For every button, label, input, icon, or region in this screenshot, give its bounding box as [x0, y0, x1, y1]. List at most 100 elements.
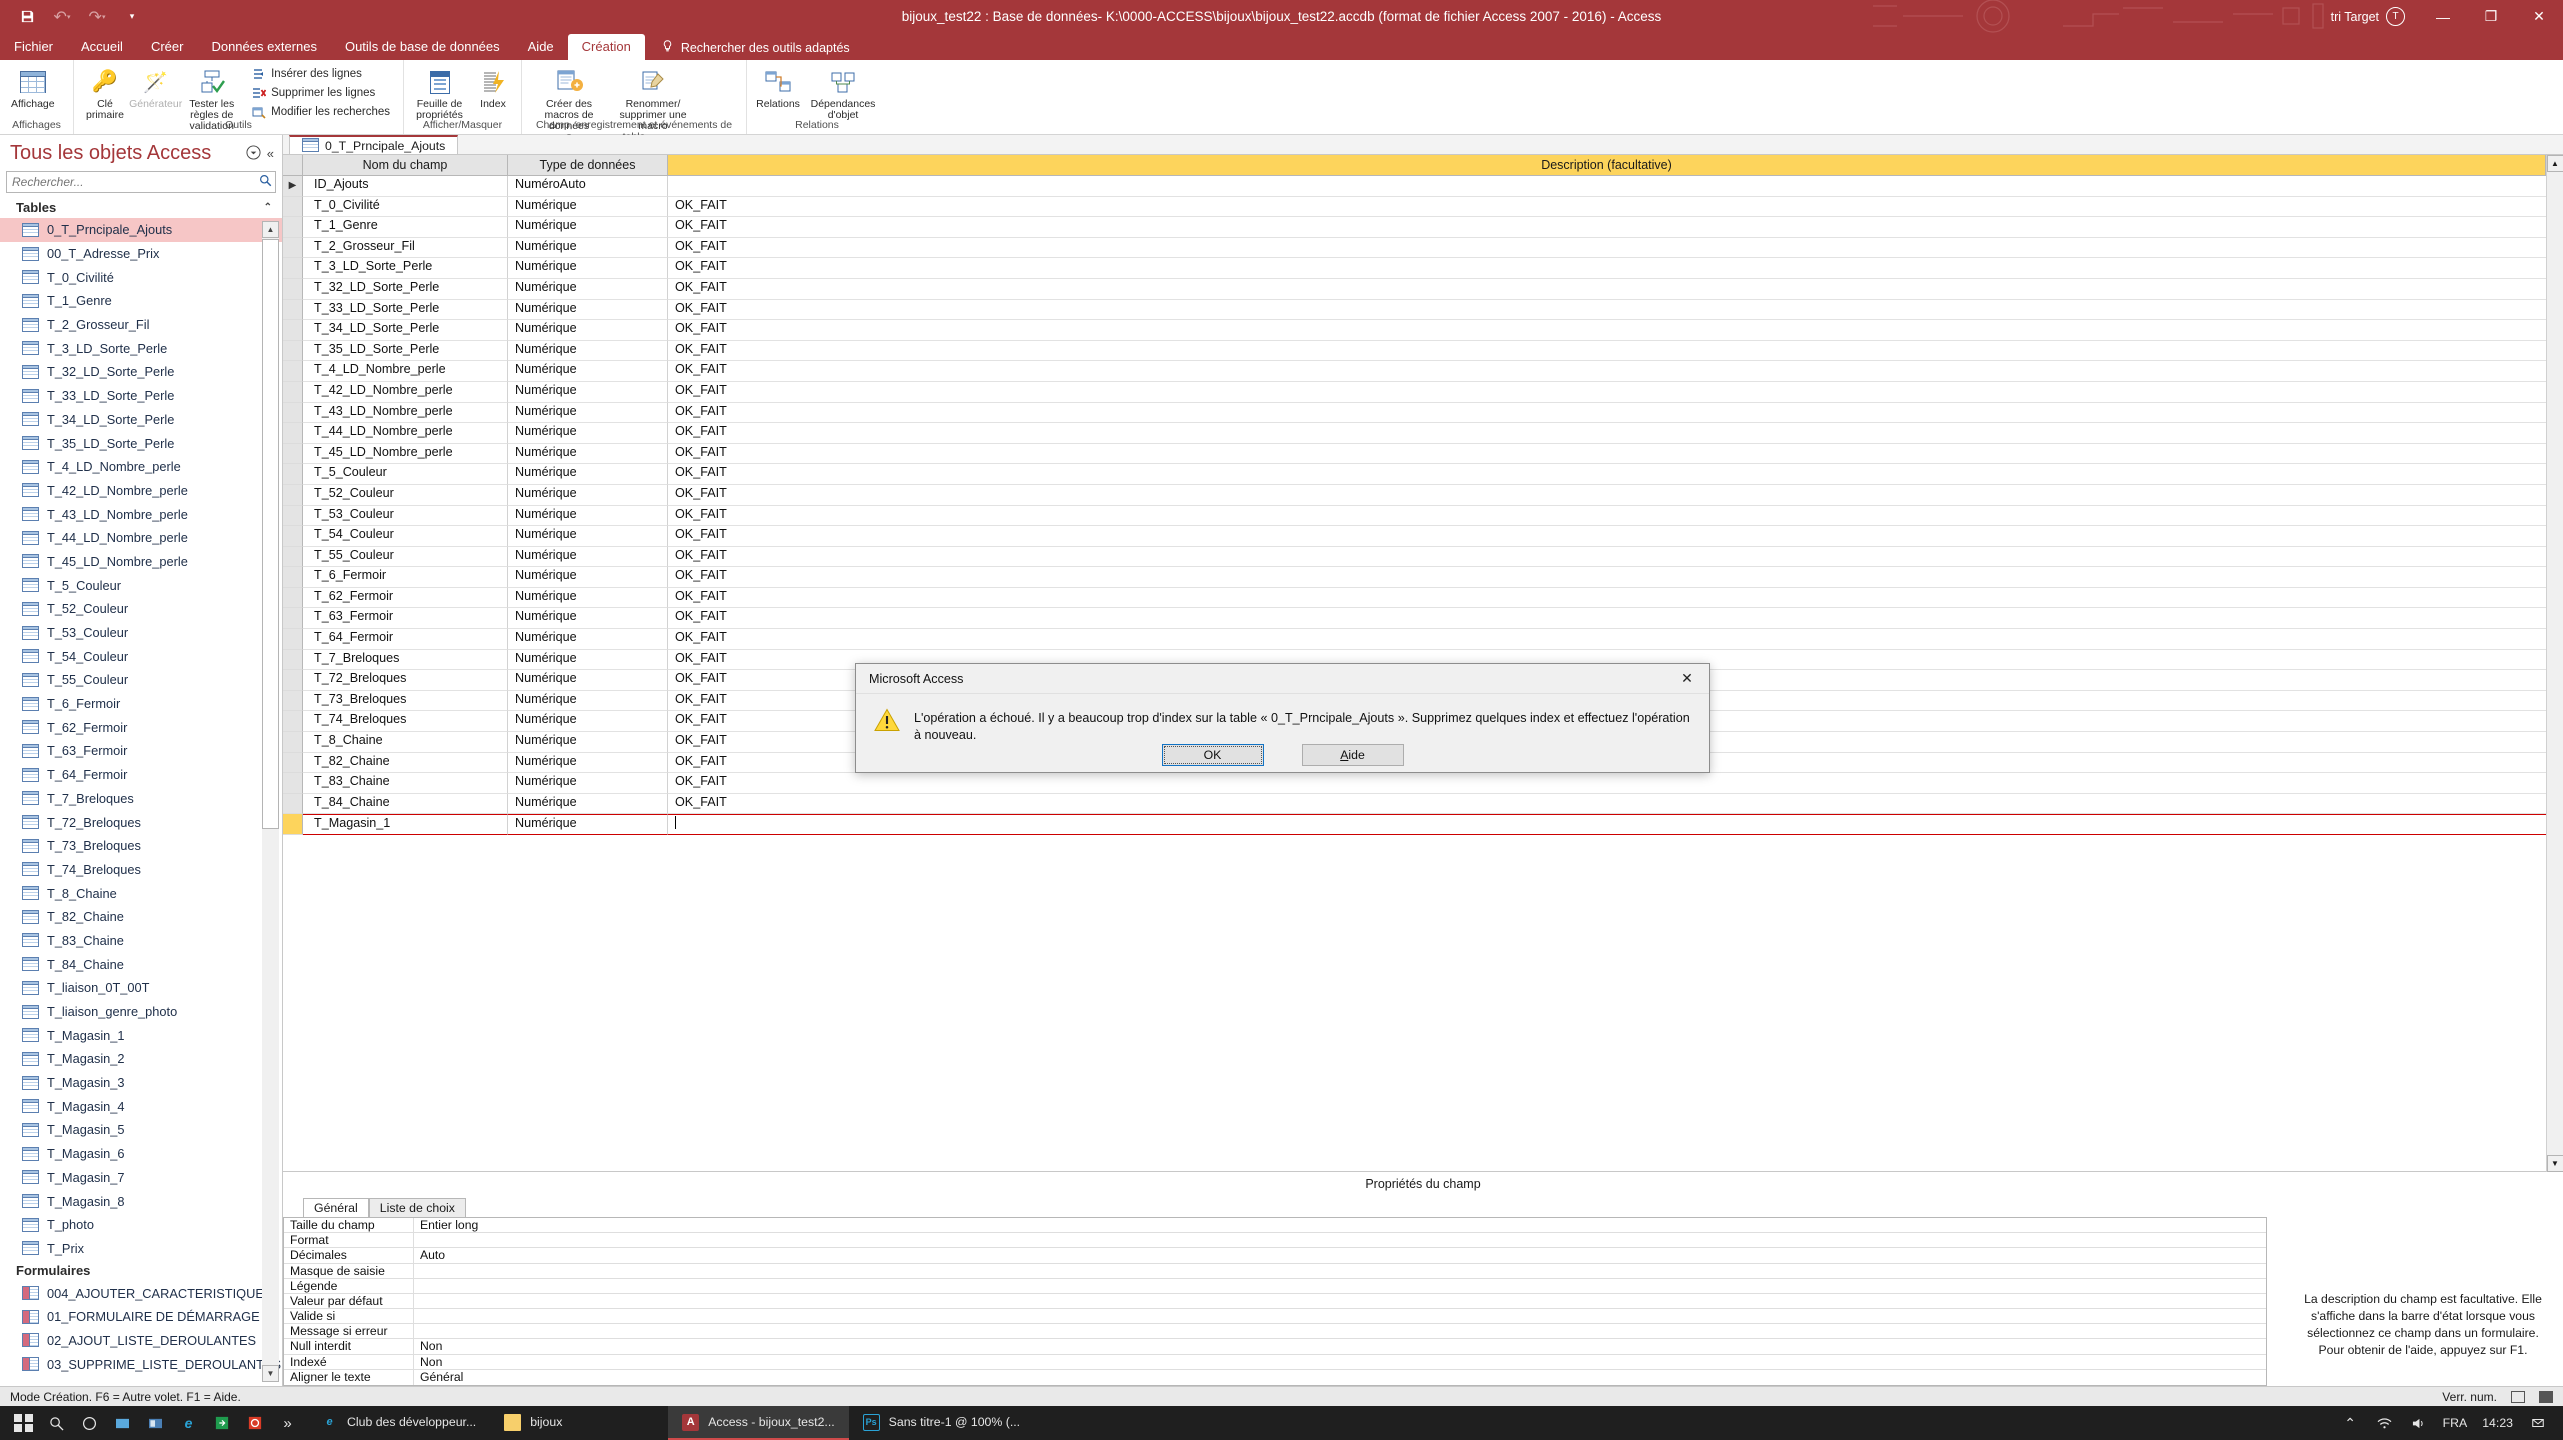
nav-item[interactable]: T_Magasin_6 [0, 1142, 282, 1166]
cell-field-name[interactable]: T_62_Fermoir [303, 587, 508, 609]
property-value[interactable] [414, 1233, 2266, 1247]
cell-data-type[interactable]: Numérique [508, 773, 668, 794]
cell-description[interactable]: OK_FAIT [668, 238, 2546, 259]
cell-data-type[interactable]: Numérique [508, 587, 668, 609]
property-value[interactable]: Auto [414, 1248, 2266, 1262]
nav-item[interactable]: T_Magasin_7 [0, 1166, 282, 1190]
cell-field-name[interactable]: T_0_Civilité [303, 196, 508, 218]
nav-item[interactable]: T_33_LD_Sorte_Perle [0, 384, 282, 408]
cell-field-name[interactable]: T_44_LD_Nombre_perle [303, 423, 508, 444]
cell-field-name[interactable]: T_53_Couleur [303, 505, 508, 527]
table-row[interactable]: T_4_LD_Nombre_perle Numérique OK_FAIT [283, 361, 2546, 382]
property-row[interactable]: Valide si [284, 1309, 2266, 1325]
cell-data-type[interactable]: Numérique [508, 443, 668, 465]
cell-field-name[interactable]: T_6_Fermoir [303, 567, 508, 588]
nav-item[interactable]: T_73_Breloques [0, 834, 282, 858]
table-row[interactable]: T_3_LD_Sorte_Perle Numérique OK_FAIT [283, 258, 2546, 279]
cell-data-type[interactable]: Numérique [508, 381, 668, 403]
nav-item[interactable]: T_8_Chaine [0, 881, 282, 905]
nav-item[interactable]: T_52_Couleur [0, 597, 282, 621]
cell-field-name[interactable]: T_82_Chaine [303, 752, 508, 774]
field-properties-table[interactable]: Taille du champ Entier long Format Décimale… [283, 1216, 2267, 1386]
table-row[interactable]: T_64_Fermoir Numérique OK_FAIT [283, 629, 2546, 650]
index-button[interactable]: Index [471, 63, 515, 110]
nav-item[interactable]: T_1_Genre [0, 289, 282, 313]
cell-description[interactable]: OK_FAIT [668, 588, 2546, 609]
cell-field-name[interactable]: T_84_Chaine [303, 793, 508, 815]
scroll-down-button[interactable]: ▼ [262, 1365, 279, 1382]
cell-field-name[interactable]: T_73_Breloques [303, 690, 508, 712]
table-row[interactable]: T_2_Grosseur_Fil Numérique OK_FAIT [283, 237, 2546, 259]
volume-icon[interactable] [2409, 1414, 2428, 1433]
search-input[interactable] [7, 175, 255, 189]
table-row[interactable]: T_35_LD_Sorte_Perle Numérique OK_FAIT [283, 340, 2546, 362]
nav-item[interactable]: T_2_Grosseur_Fil [0, 313, 282, 337]
network-icon[interactable] [2375, 1414, 2394, 1433]
nav-item[interactable]: T_55_Couleur [0, 668, 282, 692]
cell-description[interactable]: OK_FAIT [668, 608, 2546, 630]
nav-item[interactable]: T_83_Chaine [0, 929, 282, 953]
cell-description[interactable]: OK_FAIT [668, 547, 2546, 568]
cell-data-type[interactable]: Numérique [508, 670, 668, 691]
cell-field-name[interactable]: T_43_LD_Nombre_perle [303, 402, 508, 424]
chevron-up-icon[interactable]: ⌃ [2341, 1414, 2360, 1433]
table-row[interactable]: T_42_LD_Nombre_perle Numérique OK_FAIT [283, 381, 2546, 403]
nav-item[interactable]: T_62_Fermoir [0, 715, 282, 739]
table-row[interactable]: T_34_LD_Sorte_Perle Numérique OK_FAIT [283, 320, 2546, 341]
column-header-field-name[interactable]: Nom du champ [303, 155, 508, 175]
table-row[interactable]: T_5_Couleur Numérique OK_FAIT [283, 464, 2546, 485]
scroll-down-button[interactable]: ▼ [2546, 1154, 2563, 1172]
modify-lookups-button[interactable]: Modifier les recherches [247, 103, 394, 120]
cell-data-type[interactable]: Numérique [508, 278, 668, 300]
save-icon[interactable] [16, 6, 38, 28]
cell-field-name[interactable]: T_34_LD_Sorte_Perle [303, 320, 508, 341]
table-row[interactable]: T_33_LD_Sorte_Perle Numérique OK_FAIT [283, 299, 2546, 321]
nav-item[interactable]: T_43_LD_Nombre_perle [0, 502, 282, 526]
row-selector[interactable] [283, 690, 303, 712]
cell-data-type[interactable]: Numérique [508, 464, 668, 485]
table-row[interactable]: T_53_Couleur Numérique OK_FAIT [283, 505, 2546, 527]
nav-item[interactable]: T_Magasin_2 [0, 1047, 282, 1071]
property-value[interactable]: Non [414, 1339, 2266, 1353]
property-row[interactable]: Null interdit Non [284, 1339, 2266, 1355]
cell-description[interactable]: OK_FAIT [668, 320, 2546, 341]
nav-item[interactable]: T_0_Civilité [0, 265, 282, 289]
nav-item[interactable]: T_63_Fermoir [0, 739, 282, 763]
cell-description[interactable]: OK_FAIT [668, 300, 2546, 321]
tab-liste-de-choix[interactable]: Liste de choix [368, 1197, 466, 1217]
minimize-button[interactable]: — [2419, 0, 2467, 33]
table-row[interactable]: T_63_Fermoir Numérique OK_FAIT [283, 608, 2546, 630]
design-vertical-scrollbar[interactable]: ▲ [2546, 155, 2563, 835]
taskbar-item-access[interactable]: A Access - bijoux_test2... [668, 1406, 849, 1440]
cell-field-name[interactable]: T_32_LD_Sorte_Perle [303, 278, 508, 300]
cell-data-type[interactable]: Numérique [508, 340, 668, 362]
cell-field-name[interactable]: T_5_Couleur [303, 464, 508, 485]
cell-description[interactable]: OK_FAIT [668, 444, 2546, 465]
property-row[interactable]: Masque de saisie [284, 1263, 2266, 1279]
cell-data-type[interactable]: Numérique [508, 608, 668, 630]
cell-description[interactable]: OK_FAIT [668, 258, 2546, 279]
cell-description[interactable]: OK_FAIT [668, 341, 2546, 362]
tab-aide[interactable]: Aide [514, 34, 568, 60]
table-row[interactable]: T_1_Genre Numérique OK_FAIT [283, 217, 2546, 238]
row-selector[interactable] [283, 340, 303, 362]
export-icon[interactable] [212, 1414, 231, 1433]
property-value[interactable]: Non [414, 1355, 2266, 1369]
cell-data-type[interactable]: Numérique [508, 299, 668, 321]
row-selector[interactable] [283, 505, 303, 527]
task-view-icon[interactable] [113, 1414, 132, 1433]
cell-field-name[interactable]: T_3_LD_Sorte_Perle [303, 258, 508, 279]
restore-button[interactable]: ❐ [2467, 0, 2515, 33]
nav-item[interactable]: 02_AJOUT_LISTE_DEROULANTES [0, 1329, 282, 1353]
cell-field-name[interactable]: T_35_LD_Sorte_Perle [303, 340, 508, 362]
file-explorer-icon[interactable] [146, 1414, 165, 1433]
cell-field-name[interactable]: ID_Ajouts [303, 176, 508, 197]
table-row[interactable]: T_84_Chaine Numérique OK_FAIT [283, 793, 2546, 815]
row-selector[interactable] [283, 361, 303, 382]
cell-description[interactable]: OK_FAIT [668, 464, 2546, 485]
nav-item[interactable]: 0_T_Prncipale_Ajouts [0, 218, 282, 242]
design-view-icon[interactable] [2539, 1390, 2553, 1403]
double-chevron-left-icon[interactable]: « [267, 146, 274, 161]
cell-description[interactable]: OK_FAIT [668, 567, 2546, 588]
row-selector[interactable] [283, 752, 303, 774]
